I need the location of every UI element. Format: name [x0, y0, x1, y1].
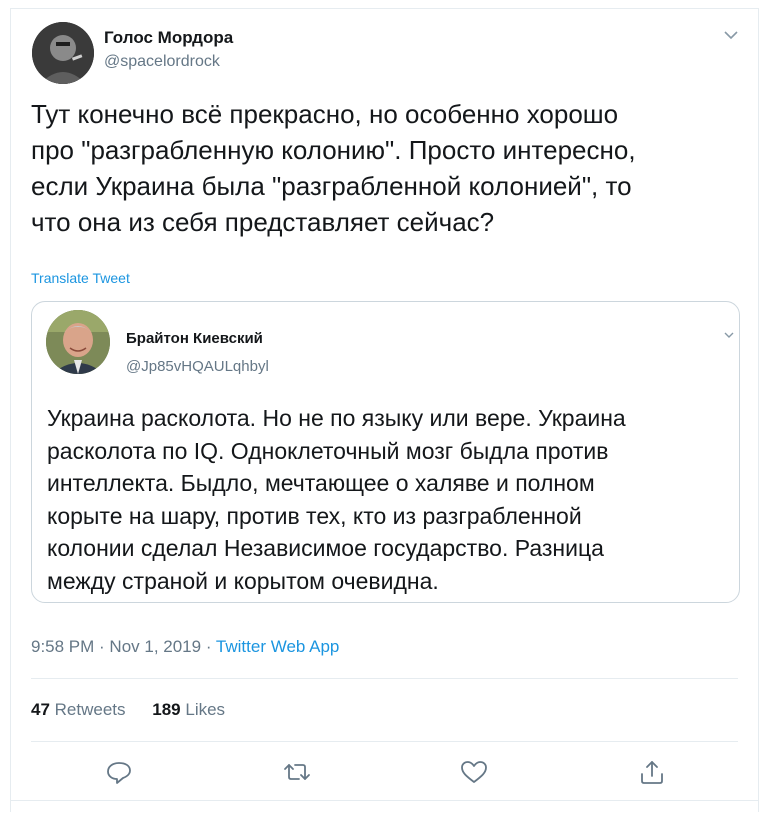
tweet-stats: 47 Retweets 189 Likes — [31, 700, 247, 720]
quoted-author-name[interactable]: Брайтон Киевский — [126, 330, 263, 347]
card-bottom-border — [10, 800, 759, 801]
chevron-down-icon[interactable] — [720, 24, 742, 46]
author-avatar-image — [32, 22, 94, 84]
retweet-icon[interactable] — [282, 757, 312, 787]
quoted-author-handle[interactable]: @Jp85vHQAULqhbyl — [126, 358, 269, 375]
retweets-count: 47 — [31, 700, 50, 719]
quoted-author-avatar-image — [46, 310, 110, 374]
reply-icon[interactable] — [104, 757, 134, 787]
tweet-line: Тут конечно всё прекрасно, но особенно х… — [31, 99, 619, 129]
likes-count: 189 — [152, 700, 181, 719]
divider — [31, 678, 738, 679]
tweet-time[interactable]: 9:58 PM — [31, 637, 94, 656]
tweet-source-link[interactable]: Twitter Web App — [216, 637, 339, 656]
tweet-line: что она из себя представляет сейчас? — [31, 207, 495, 237]
divider — [31, 741, 738, 742]
tweet-line: про "разграбленную колонию". Просто инте… — [31, 135, 636, 165]
author-name[interactable]: Голос Мордора — [104, 28, 233, 48]
meta-separator: · — [201, 637, 216, 656]
tweet-date[interactable]: Nov 1, 2019 — [109, 637, 201, 656]
chevron-down-icon[interactable] — [722, 328, 736, 342]
retweets-label: Retweets — [54, 700, 126, 719]
likes-stat[interactable]: 189 Likes — [152, 700, 225, 719]
quoted-tweet[interactable]: Брайтон Киевский @Jp85vHQAULqhbyl Украин… — [31, 301, 740, 603]
quoted-author-avatar[interactable] — [46, 310, 110, 374]
share-icon[interactable] — [637, 757, 667, 787]
tweet-meta: 9:58 PM · Nov 1, 2019 · Twitter Web App — [31, 637, 339, 657]
quoted-line: интеллекта. Быдло, мечтающее о халяве и … — [47, 470, 595, 496]
translate-tweet-link[interactable]: Translate Tweet — [31, 270, 130, 286]
like-icon[interactable] — [459, 757, 489, 787]
tweet-text: Тут конечно всё прекрасно, но особенно х… — [31, 96, 731, 240]
quoted-tweet-text: Украина расколота. Но не по языку или ве… — [47, 402, 737, 597]
likes-label: Likes — [185, 700, 226, 719]
meta-separator: · — [94, 637, 110, 656]
author-avatar[interactable] — [32, 22, 94, 84]
quoted-line: корыте на шару, против тех, кто из разгр… — [47, 502, 582, 529]
quoted-line: Украина расколота. Но не по языку или ве… — [47, 405, 626, 431]
quoted-line: расколота по IQ. Одноклеточный мозг быдл… — [47, 437, 609, 464]
tweet-line: если Украина была "разграбленной колоние… — [31, 171, 632, 201]
quoted-line: колонии сделал Независимое государство. … — [47, 535, 604, 561]
quoted-line: между страной и корытом очевидна. — [47, 567, 439, 594]
retweets-stat[interactable]: 47 Retweets — [31, 700, 126, 719]
author-handle[interactable]: @spacelordrock — [104, 53, 220, 71]
